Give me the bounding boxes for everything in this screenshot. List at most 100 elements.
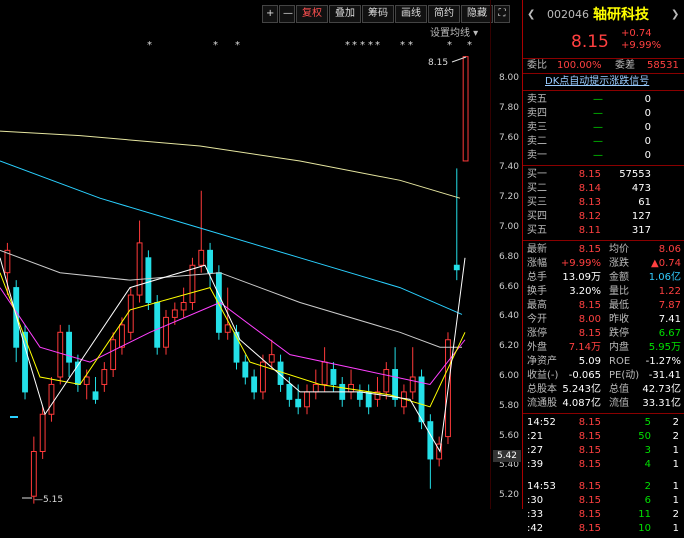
event-marker: *	[235, 40, 240, 51]
stat-row: 最新 8.15 均价 8.06	[523, 243, 684, 257]
hide-button[interactable]: 隐藏	[461, 5, 493, 23]
sell-level-cell: —	[593, 122, 603, 133]
stat-row-cell: 换手	[527, 286, 547, 297]
candle-body	[127, 294, 134, 333]
candle-body	[145, 257, 152, 303]
stat-row: 涨幅 +9.99% 涨跌 ▲0.74	[523, 257, 684, 271]
ma-line-long	[0, 130, 461, 199]
stat-row-cell: 内盘	[609, 342, 629, 353]
tick-row: :42 8.15 10 1	[523, 522, 684, 536]
y-tick-label: 7.40	[498, 162, 519, 173]
tick-row-cell: :33	[527, 509, 544, 520]
buy-level-cell: 买一	[527, 169, 547, 180]
buy-level-cell: 127	[631, 211, 651, 222]
stat-row-cell: ▲0.74	[651, 258, 681, 269]
candle-body	[198, 249, 205, 266]
candle-body	[163, 316, 169, 348]
dk-signal-link[interactable]: DK点自动提示涨跌信号	[545, 74, 649, 90]
stock-name: 轴研科技	[593, 7, 649, 23]
stat-row: 总股本 5.243亿 总值 42.73亿	[523, 383, 684, 397]
sell-level-cell: 卖三	[527, 122, 547, 133]
tick-list[interactable]: 14:52 8.15 5 2:21 8.15 50 2:27 8.15 3 1:39 8.15 4 1 1…	[523, 413, 684, 538]
candle-body	[268, 354, 275, 363]
buy-level-cell: 买二	[527, 183, 547, 194]
candle-body	[224, 324, 231, 333]
weicha-label: 委差	[615, 60, 635, 71]
kline-chart-area[interactable]: * * * * * * * * * * * * 8.15 —5.15	[0, 0, 522, 509]
y-tick-label: 7.80	[498, 102, 519, 113]
stat-row-cell: 5.243亿	[562, 384, 601, 395]
stat-row-cell: 量比	[609, 286, 629, 297]
candle-body	[462, 56, 469, 162]
buy-order-book: 买一 8.15 57553 买二 8.14 473 买三 8.13 61 买四 8.12 127 买五 8…	[523, 165, 684, 240]
candle-body	[119, 324, 125, 348]
stat-row-cell: 昨收	[609, 314, 629, 325]
candle-body	[171, 309, 178, 318]
sell-order-book: 卖五 — 0 卖四 — 0 卖三 — 0 卖二 — 0 卖一 — 0	[523, 90, 684, 165]
tick-row-cell: 1	[672, 445, 679, 456]
zoom-out-button[interactable]: —	[279, 5, 295, 23]
tick-row-cell: 8.15	[578, 445, 601, 456]
tick-row-cell: 8.15	[578, 481, 601, 492]
back-icon[interactable]: ❮	[527, 0, 535, 30]
buy-level: 买四 8.12 127	[523, 210, 684, 224]
candle-body	[418, 376, 425, 423]
event-marker: *	[368, 40, 373, 51]
y-tick-label: 6.00	[498, 371, 519, 381]
chip-button[interactable]: 筹码	[362, 5, 394, 23]
candle-body	[83, 376, 90, 385]
forward-icon[interactable]: ❯	[671, 0, 679, 30]
weibi-label: 委比	[527, 60, 547, 71]
stat-row-cell: -1.27%	[645, 356, 681, 367]
event-marker: *	[447, 40, 452, 51]
sell-level: 卖三 — 0	[523, 121, 684, 135]
y-tick-label: 7.00	[498, 222, 519, 232]
stat-row-cell: ROE	[609, 356, 631, 367]
tick-row-cell: 14:52	[527, 417, 556, 428]
buy-level-cell: 买四	[527, 211, 547, 222]
sell-level-cell: 0	[644, 136, 651, 147]
event-marker: *	[375, 40, 380, 51]
tick-row-cell: 6	[644, 495, 651, 506]
candle-body	[392, 369, 399, 400]
stats-table: 最新 8.15 均价 8.06 涨幅 +9.99% 涨跌 ▲0.74 总手 13.09万 金额 1.0…	[523, 240, 684, 413]
candle-body	[321, 361, 328, 385]
stat-row: 今开 8.00 昨收 7.41	[523, 313, 684, 327]
stat-row-cell: 净资产	[527, 356, 557, 367]
buy-level: 买一 8.15 57553	[523, 168, 684, 182]
stat-row-cell: 5.95万	[648, 342, 681, 353]
zoom-in-button[interactable]: +	[262, 5, 278, 23]
candle-body	[48, 383, 55, 415]
stat-row-cell: 7.87	[658, 300, 681, 311]
stat-row-cell: -31.41	[648, 370, 681, 381]
tick-row-cell: 1	[672, 481, 679, 492]
candlestick-chart[interactable]: * * * * * * * * * * * *8.15—5.15	[0, 0, 490, 509]
quote-panel: ❮ 002046 轴研科技 ❯ 8.15 +0.74 +9.99% 委比 100…	[522, 0, 684, 534]
stat-row-cell: 33.31亿	[642, 398, 681, 409]
y-tick-label: 8.00	[498, 73, 519, 83]
event-marker: *	[213, 40, 218, 51]
overlay-button[interactable]: 叠加	[329, 5, 361, 23]
stock-header: ❮ 002046 轴研科技 ❯	[523, 0, 684, 30]
tick-row-cell: 8.15	[578, 459, 601, 470]
high-price-label: 8.15	[428, 58, 448, 68]
candle-body	[304, 391, 310, 408]
candle-body	[30, 451, 37, 497]
sell-level-cell: —	[593, 108, 603, 119]
candle-body	[57, 331, 64, 378]
draw-line-button[interactable]: 画线	[395, 5, 427, 23]
sell-level-cell: 0	[644, 122, 651, 133]
candle-body	[154, 302, 161, 348]
tick-row-cell: 8.15	[578, 509, 601, 520]
ma-setting-dropdown[interactable]: 设置均线 ▾	[430, 24, 478, 39]
sell-level-cell: 0	[644, 108, 651, 119]
stat-row-cell: +9.99%	[560, 258, 601, 269]
buy-level-cell: 8.12	[578, 211, 601, 222]
tick-row-cell: :39	[527, 459, 544, 470]
stat-row-cell: 6.67	[658, 328, 681, 339]
stat-row-cell: 8.15	[578, 328, 601, 339]
fuquan-button[interactable]: 复权	[296, 5, 328, 23]
stat-row-cell: 涨幅	[527, 258, 547, 269]
simple-button[interactable]: 简约	[428, 5, 460, 23]
buy-level: 买五 8.11 317	[523, 224, 684, 238]
